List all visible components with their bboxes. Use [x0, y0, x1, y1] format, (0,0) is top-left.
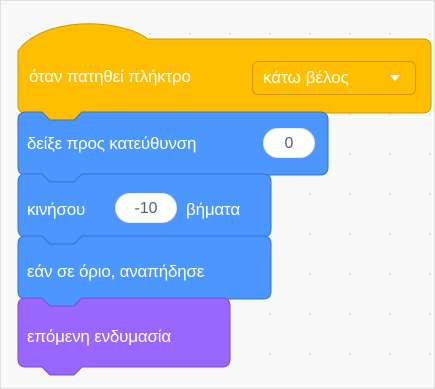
- when-key-pressed-label: όταν πατηθεί πλήκτρο: [29, 67, 191, 86]
- selected-key-value: κάτω βέλος: [263, 68, 349, 87]
- next-costume-label: επόμενη ενδυμασία: [27, 327, 171, 346]
- if-on-edge-bounce-label: εάν σε όριο, αναπήδησε: [27, 262, 205, 281]
- steps-input[interactable]: -10: [115, 193, 177, 223]
- scripts-workspace[interactable]: όταν πατηθεί πλήκτρο κάτω βέλος δείξε πρ…: [0, 0, 435, 389]
- point-in-direction-label: δείξε προς κατεύθυνση: [27, 134, 197, 153]
- move-label-prefix: κινήσου: [27, 200, 86, 219]
- chevron-down-icon: [390, 75, 400, 81]
- direction-input[interactable]: 0: [263, 128, 315, 158]
- key-select-dropdown[interactable]: κάτω βέλος: [252, 61, 416, 95]
- move-label-suffix: βήματα: [186, 200, 240, 219]
